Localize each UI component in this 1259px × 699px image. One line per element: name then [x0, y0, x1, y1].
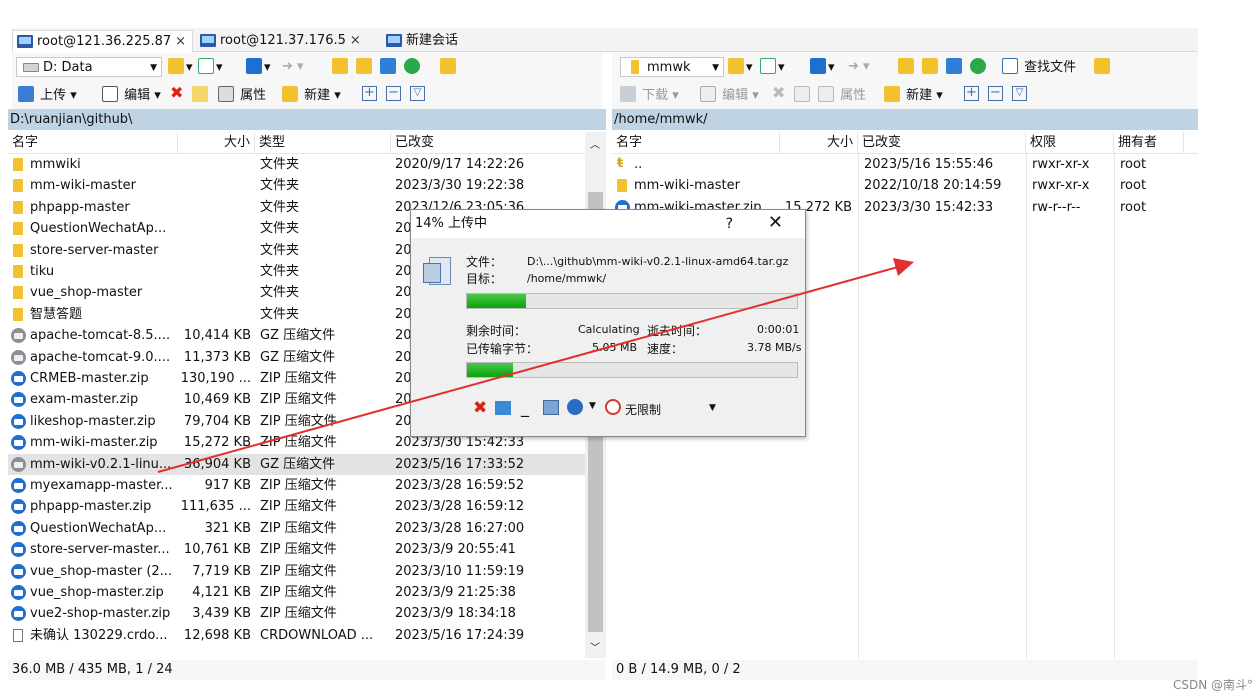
arrow-head: [893, 258, 914, 276]
watermark: CSDN @南斗°: [1172, 678, 1253, 692]
arrow-line: [157, 266, 899, 473]
annotation-arrow: [157, 258, 914, 473]
